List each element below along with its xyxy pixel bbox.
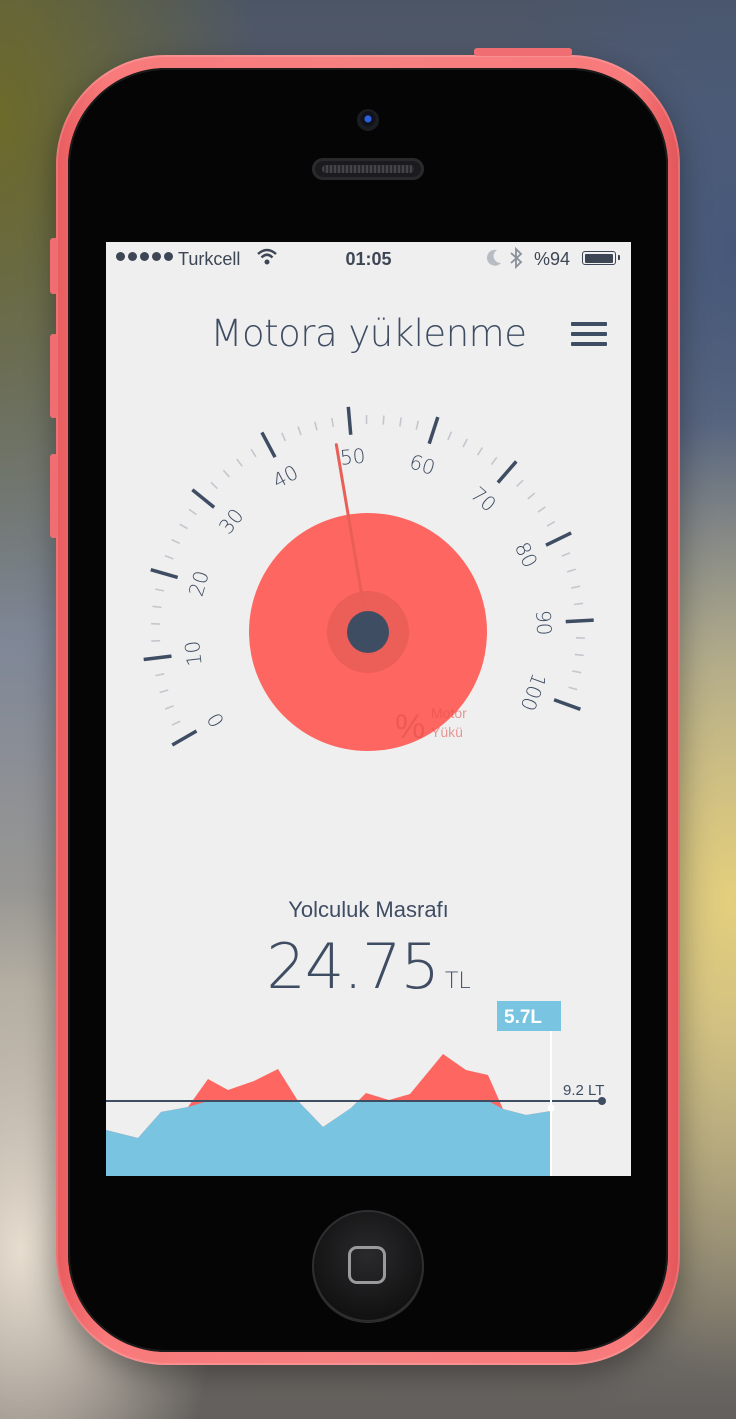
gauge-hub [347,611,389,653]
gauge-minor-tick [399,417,402,427]
app-screen: Turkcell 01:05 %94 Motora yüklenme 0 10 20… [106,242,631,1176]
gauge-minor-tick [171,538,181,545]
gauge-major-tick [143,654,172,662]
gauge-tick-label: 40 [269,460,303,493]
gauge-minor-tick [171,720,181,726]
gauge-center-label-line1: Motor [431,705,467,721]
gauge-minor-tick [527,492,536,500]
engine-load-gauge: 01020304050 60708090100 % Motor Yükü [143,406,594,751]
gauge-tick-label: 90 [531,609,556,636]
gauge-minor-tick [236,458,243,467]
battery-icon [582,251,620,265]
page-title: Motora yüklenme [210,312,527,355]
gauge-major-tick [553,698,581,711]
gauge-tick-label: 60 [407,449,439,480]
moon-icon [486,249,501,266]
gauge-tick-label: 80 [510,538,543,571]
fuel-consumption-chart: 5.7L 9.2 LT [106,1001,606,1176]
gauge-tick-label: 20 [184,568,214,599]
gauge-minor-tick [164,554,174,560]
reference-value-label: 9.2 LT [563,1082,604,1099]
gauge-center-label-line2: Yükü [431,724,463,740]
volume-down-button [50,454,58,538]
gauge-tick-label: 70 [466,482,501,517]
gauge-major-tick [427,416,440,445]
gauge-tick-label: 100 [516,670,552,714]
power-button [474,48,572,56]
consumption-area-blue [106,1101,551,1176]
gauge-major-tick [150,568,179,580]
trip-cost-amount: 24.75 [266,930,439,1003]
gauge-percent-symbol: % [395,708,425,746]
trip-cost-value: 24.75 TL [106,930,631,1003]
gauge-minor-tick [164,705,174,710]
gauge-tick-label: 10 [180,639,207,667]
gauge-minor-tick [250,448,257,458]
gauge-minor-tick [297,426,302,436]
gauge-minor-tick [155,588,165,592]
gauge-minor-tick [159,689,169,694]
current-value-label: 5.7L [504,1007,542,1028]
gauge-minor-tick [210,481,218,490]
battery-percentage: %94 [534,249,571,269]
gauge-tick-label: 30 [214,504,249,539]
home-button[interactable] [312,1210,424,1322]
gauge-minor-tick [561,552,571,557]
gauge-minor-tick [490,456,498,466]
volume-up-button [50,334,58,418]
bluetooth-icon [510,247,523,269]
gauge-major-tick [346,406,353,435]
gauge-tick-label: 0 [202,708,229,731]
gauge-minor-tick [313,421,318,431]
gauge-minor-tick [568,686,578,691]
gauge-minor-tick [447,431,453,441]
gauge-minor-tick [476,447,484,456]
gauge-major-tick [191,488,216,509]
gauge-minor-tick [281,432,287,442]
gauge-minor-tick [382,415,385,425]
gauge-major-tick [545,531,572,547]
gauge-major-tick [260,431,277,458]
gauge-tick-label: 50 [339,444,366,470]
gauge-minor-tick [574,602,584,606]
status-bar: Turkcell 01:05 %94 [106,242,631,276]
earpiece-speaker [312,158,424,180]
trip-cost-label: Yolculuk Masrafı [288,897,449,922]
gauge-minor-tick [222,469,230,478]
gauge-major-tick [496,460,518,484]
gauge-minor-tick [546,520,556,527]
gauge-minor-tick [152,605,162,609]
gauge-minor-tick [188,508,197,516]
hamburger-menu-icon[interactable] [571,322,607,352]
gauge-minor-tick [331,417,335,428]
mute-switch [50,238,58,294]
gauge-minor-tick [537,506,546,513]
gauge-minor-tick [566,568,576,573]
gauge-minor-tick [572,670,582,674]
front-camera [357,109,379,131]
trip-cost-unit: TL [444,969,471,994]
gauge-minor-tick [415,420,420,430]
gauge-minor-tick [462,438,468,448]
gauge-minor-tick [516,479,524,488]
gauge-minor-tick [155,673,165,677]
gauge-minor-tick [179,523,188,530]
gauge-major-tick [565,618,594,624]
gauge-major-tick [171,729,198,747]
gauge-minor-tick [574,653,584,657]
gauge-minor-tick [571,585,581,589]
current-position-dot [547,1104,555,1112]
